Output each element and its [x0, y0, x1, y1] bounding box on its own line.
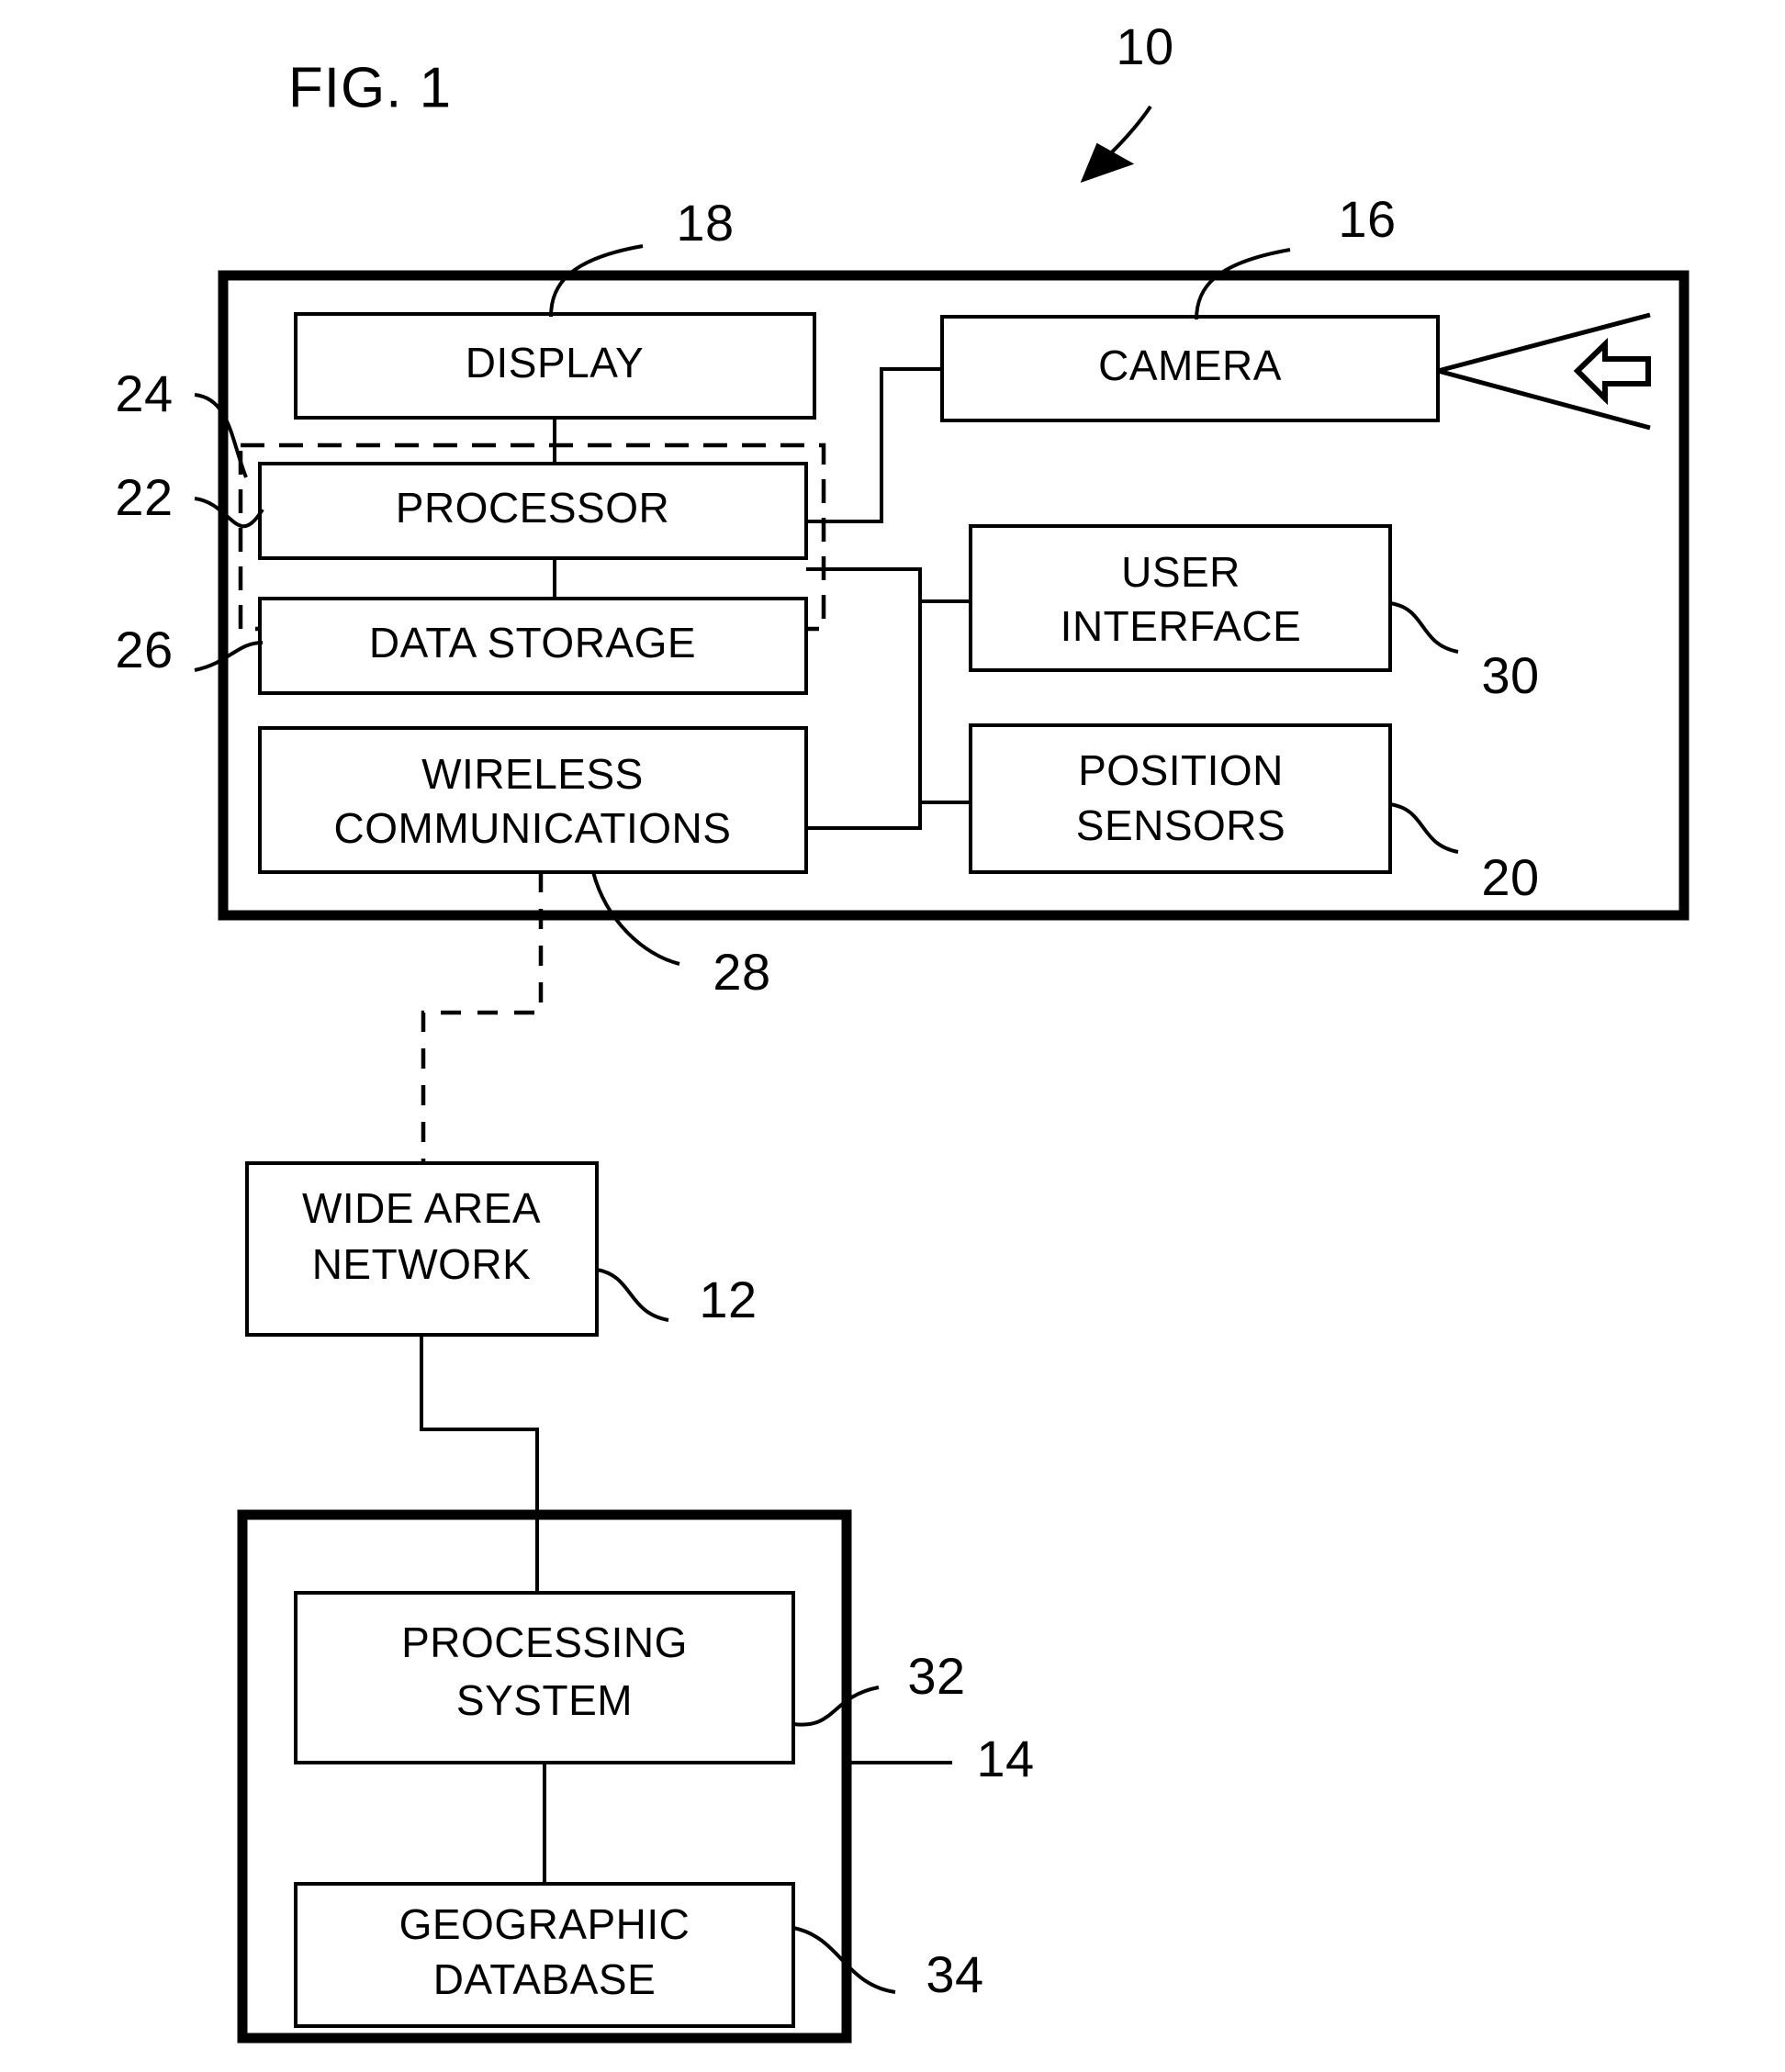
leader-18 [549, 244, 644, 318]
numeral-30: 30 [1481, 646, 1539, 704]
leader-20 [1389, 802, 1459, 854]
data-storage-label: DATA STORAGE [369, 619, 696, 666]
numeral-22: 22 [115, 468, 173, 526]
conn-processor-camera [806, 367, 942, 523]
leader-16 [1195, 248, 1291, 320]
fov-line-lower [1437, 368, 1651, 431]
wide-area-network-label-line2: NETWORK [312, 1240, 532, 1288]
numeral-32: 32 [907, 1647, 965, 1705]
numeral-18: 18 [676, 194, 734, 252]
incoming-light-arrow-icon [1573, 337, 1651, 406]
processing-system-label-line2: SYSTEM [456, 1676, 633, 1724]
geographic-database-label-line2: DATABASE [433, 1955, 657, 2003]
camera-label: CAMERA [1098, 342, 1282, 389]
wireless-communications-label-line2: COMMUNICATIONS [334, 804, 732, 852]
leader-22 [194, 497, 264, 529]
position-sensors-label-line2: SENSORS [1076, 801, 1285, 849]
figure-canvas: FIG. 1 10 DISPLAY 18 CAMERA 16 PROCESSOR… [115, 17, 1690, 2044]
numeral-16: 16 [1338, 190, 1396, 248]
numeral-34: 34 [926, 1945, 983, 2003]
leader-30 [1389, 601, 1459, 654]
user-interface-label-line1: USER [1121, 548, 1241, 596]
numeral-20: 20 [1481, 848, 1539, 906]
numeral-12: 12 [699, 1271, 757, 1328]
position-sensors-label-line1: POSITION [1078, 746, 1284, 794]
processing-system-label-line1: PROCESSING [401, 1618, 688, 1666]
wide-area-network-label-line1: WIDE AREA [302, 1184, 541, 1232]
leader-26 [194, 641, 264, 672]
numeral-28: 28 [713, 943, 770, 1001]
processor-label: PROCESSOR [396, 484, 669, 532]
user-interface-label-line2: INTERFACE [1061, 602, 1302, 650]
figure-title: FIG. 1 [288, 56, 452, 119]
numeral-14: 14 [976, 1730, 1034, 1787]
arrowhead-10 [1080, 142, 1135, 184]
geographic-database-label-line1: GEOGRAPHIC [399, 1900, 690, 1948]
leader-32 [792, 1686, 880, 1727]
patent-figure: FIG. 1 10 DISPLAY 18 CAMERA 16 PROCESSOR… [0, 0, 1785, 2072]
leader-12 [596, 1268, 669, 1322]
numeral-10: 10 [1116, 17, 1173, 75]
numeral-24: 24 [115, 364, 173, 422]
conn-network-server [420, 1335, 539, 1593]
fov-line-upper [1437, 312, 1651, 374]
display-label: DISPLAY [466, 339, 644, 386]
numeral-26: 26 [115, 621, 173, 678]
wireless-communications-label-line1: WIRELESS [421, 750, 644, 798]
